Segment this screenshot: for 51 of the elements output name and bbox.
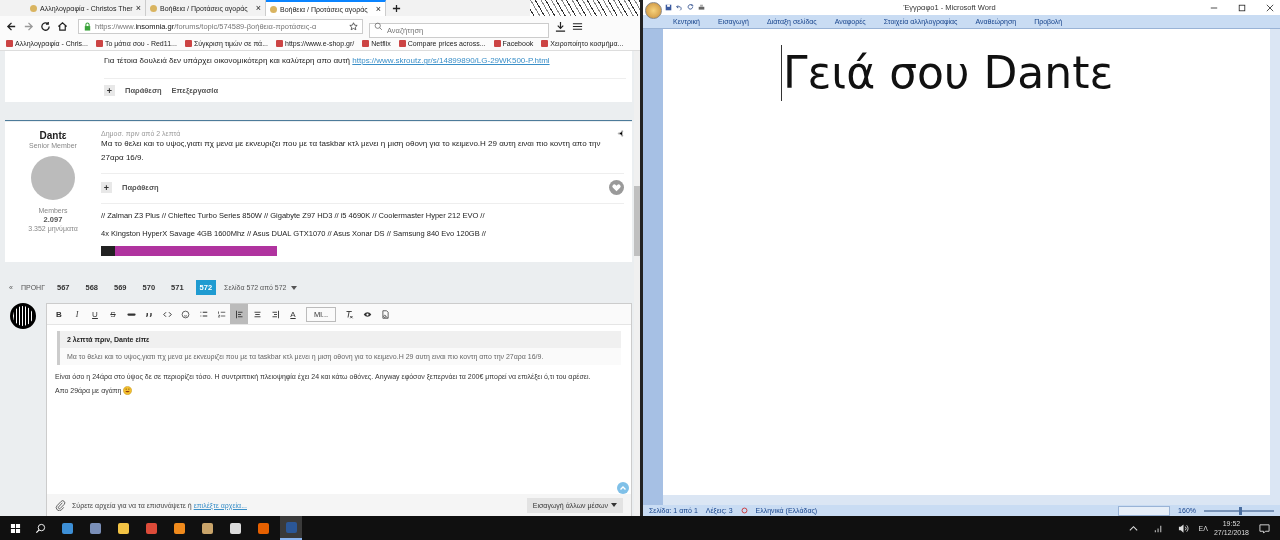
redo-icon[interactable] <box>687 4 694 11</box>
scrollbar[interactable] <box>1270 29 1280 495</box>
zoom-slider[interactable] <box>1204 509 1274 512</box>
new-tab-icon[interactable] <box>392 3 401 13</box>
strike-button[interactable]: S <box>104 304 122 324</box>
close-icon[interactable] <box>1266 3 1274 12</box>
tab-close-button[interactable]: × <box>135 3 141 13</box>
slider-thumb[interactable] <box>1239 506 1242 515</box>
scrollbar[interactable] <box>634 51 640 516</box>
search-icon <box>374 21 383 31</box>
notification-icon[interactable] <box>1259 522 1270 534</box>
avatar-placeholder <box>31 156 75 200</box>
download-icon[interactable] <box>555 20 566 32</box>
post-text: Για τέτοια δουλειά δεν υπάρχει οικονομικότερη και καλύτερη απο αυτή https://www.skroutz.gr/s/14899890/LG-29WK500-P.html <box>104 55 551 67</box>
document-text: Γειά σου Dantε <box>781 45 1114 101</box>
favicon-icon <box>270 5 277 13</box>
scrollbar[interactable] <box>663 495 1280 505</box>
maximize-icon[interactable] <box>1238 3 1246 12</box>
star-icon[interactable] <box>349 21 358 31</box>
user-avatar <box>10 303 36 329</box>
printer-icon[interactable] <box>698 4 705 11</box>
save-icon[interactable] <box>665 4 672 11</box>
author-name[interactable]: Dantε <box>39 130 67 141</box>
plus-button[interactable]: + <box>104 85 115 96</box>
paperclip-icon <box>55 499 66 511</box>
search-icon[interactable] <box>35 522 46 534</box>
tab-close-button[interactable]: × <box>375 4 381 14</box>
reload-icon[interactable] <box>40 20 51 32</box>
favicon-icon <box>150 4 157 12</box>
underline-button[interactable]: U <box>86 304 104 324</box>
undo-icon[interactable] <box>676 4 683 11</box>
product-link[interactable]: https://www.skroutz.gr/s/14899890/LG-29WK500-P.html <box>352 56 550 65</box>
forward-icon[interactable] <box>23 20 34 32</box>
caret-icon[interactable] <box>611 503 617 507</box>
windows-start-icon[interactable] <box>10 522 21 534</box>
padlock-icon <box>83 21 92 31</box>
align-left-icon[interactable] <box>230 304 248 324</box>
bold-button[interactable]: B <box>50 304 68 324</box>
proofing-icon[interactable] <box>740 507 748 514</box>
tab-close-button[interactable]: × <box>255 3 261 13</box>
smiley-icon <box>123 386 133 395</box>
favicon-icon <box>30 4 37 12</box>
italic-button[interactable]: I <box>68 304 86 324</box>
back-icon[interactable] <box>6 20 17 32</box>
plus-button[interactable]: + <box>101 182 112 193</box>
menu-icon[interactable] <box>572 20 583 32</box>
post-text: Μα το θελει και το υψος,γιατι πχ μενα με εκνευριζει που με τα taskbar κτλ μενει η μιση οθονη για το κειμενο.Η 29 αυτη ειναι πιο κοντη απο την 27αρα 16/9. <box>101 138 602 164</box>
color-button[interactable]: A <box>284 304 302 324</box>
speaker-icon[interactable] <box>1177 522 1189 534</box>
caret-icon[interactable] <box>290 285 297 290</box>
home-icon[interactable] <box>57 20 68 32</box>
